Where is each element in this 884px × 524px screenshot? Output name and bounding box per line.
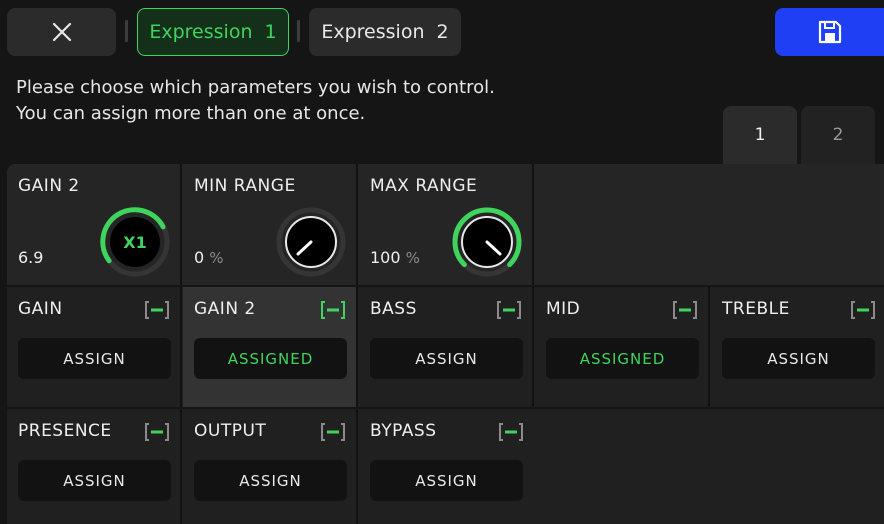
param-title: BYPASS — [370, 421, 437, 441]
assign-button-presence[interactable]: ASSIGN — [18, 460, 171, 501]
knob-value: 100 % — [370, 248, 420, 267]
knob-title: MAX RANGE — [370, 176, 478, 196]
save-icon — [818, 20, 841, 44]
max-range-knob[interactable] — [449, 204, 525, 280]
assign-indicator-icon — [321, 423, 345, 441]
param-cell-gain-2: GAIN 2 ASSIGNED — [183, 287, 358, 407]
knob-panel: GAIN 2 6.9 X1 MIN RANGE 0 % MAX RANGE 10… — [7, 164, 884, 285]
assign-button-output[interactable]: ASSIGN — [194, 460, 347, 501]
instruction-line-1: Please choose which parameters you wish … — [16, 77, 495, 98]
param-cell-gain: GAIN ASSIGN — [7, 287, 182, 407]
assign-button-gain-2[interactable]: ASSIGNED — [194, 338, 347, 379]
assign-indicator-icon — [145, 301, 169, 319]
assign-button-mid[interactable]: ASSIGNED — [546, 338, 699, 379]
param-title: MID — [546, 299, 581, 319]
assign-button-bass[interactable]: ASSIGN — [370, 338, 523, 379]
param-title: GAIN — [18, 299, 63, 319]
knob-value: 6.9 — [18, 248, 44, 267]
param-title: BASS — [370, 299, 417, 319]
assign-indicator-icon — [497, 301, 521, 319]
assigned-indicator-icon — [321, 301, 345, 319]
knob-cell-min-range: MIN RANGE 0 % — [183, 164, 358, 285]
tab-label: Expression 1 — [149, 21, 277, 43]
assign-button-treble[interactable]: ASSIGN — [722, 338, 875, 379]
param-title: OUTPUT — [194, 421, 267, 441]
knob-cell-gain-2: GAIN 2 6.9 X1 — [7, 164, 182, 285]
assign-indicator-icon — [145, 423, 169, 441]
knob-title: GAIN 2 — [18, 176, 80, 196]
knob-value: 0 % — [194, 248, 224, 267]
knob-cell-max-range: MAX RANGE 100 % — [359, 164, 534, 285]
assign-indicator-icon — [499, 423, 523, 441]
param-cell-presence: PRESENCE ASSIGN — [7, 409, 182, 524]
knob-badge: X1 — [123, 233, 146, 252]
assign-indicator-icon — [673, 301, 697, 319]
gain-2-knob[interactable]: X1 — [97, 204, 173, 280]
min-range-knob[interactable] — [273, 204, 349, 280]
param-cell-bypass: BYPASS ASSIGN — [359, 409, 534, 524]
tab-separator — [125, 20, 128, 42]
assign-indicator-icon — [851, 301, 875, 319]
parameter-row-1: GAIN ASSIGN GAIN 2 ASSIGNED BASS ASSIGN … — [7, 287, 884, 407]
param-title: TREBLE — [722, 299, 790, 319]
assign-button-gain[interactable]: ASSIGN — [18, 338, 171, 379]
param-cell-mid: MID ASSIGNED — [535, 287, 710, 407]
param-title: GAIN 2 — [194, 299, 256, 319]
tab-label: Expression 2 — [321, 21, 449, 43]
parameter-row-2: PRESENCE ASSIGN OUTPUT ASSIGN BYPASS ASS… — [7, 409, 884, 524]
close-button[interactable] — [7, 8, 116, 56]
instruction-line-2: You can assign more than one at once. — [16, 103, 366, 124]
knob-title: MIN RANGE — [194, 176, 296, 196]
assign-button-bypass[interactable]: ASSIGN — [370, 460, 523, 501]
tab-expression-1[interactable]: Expression 1 — [137, 8, 289, 56]
close-icon — [52, 22, 71, 42]
tab-separator — [297, 20, 300, 42]
page-tab-1[interactable]: 1 — [723, 106, 797, 164]
param-title: PRESENCE — [18, 421, 112, 441]
param-cell-output: OUTPUT ASSIGN — [183, 409, 358, 524]
save-button[interactable] — [775, 8, 884, 56]
page-tab-2[interactable]: 2 — [801, 106, 875, 164]
param-cell-treble: TREBLE ASSIGN — [711, 287, 884, 407]
tab-expression-2[interactable]: Expression 2 — [309, 8, 461, 56]
param-cell-bass: BASS ASSIGN — [359, 287, 534, 407]
